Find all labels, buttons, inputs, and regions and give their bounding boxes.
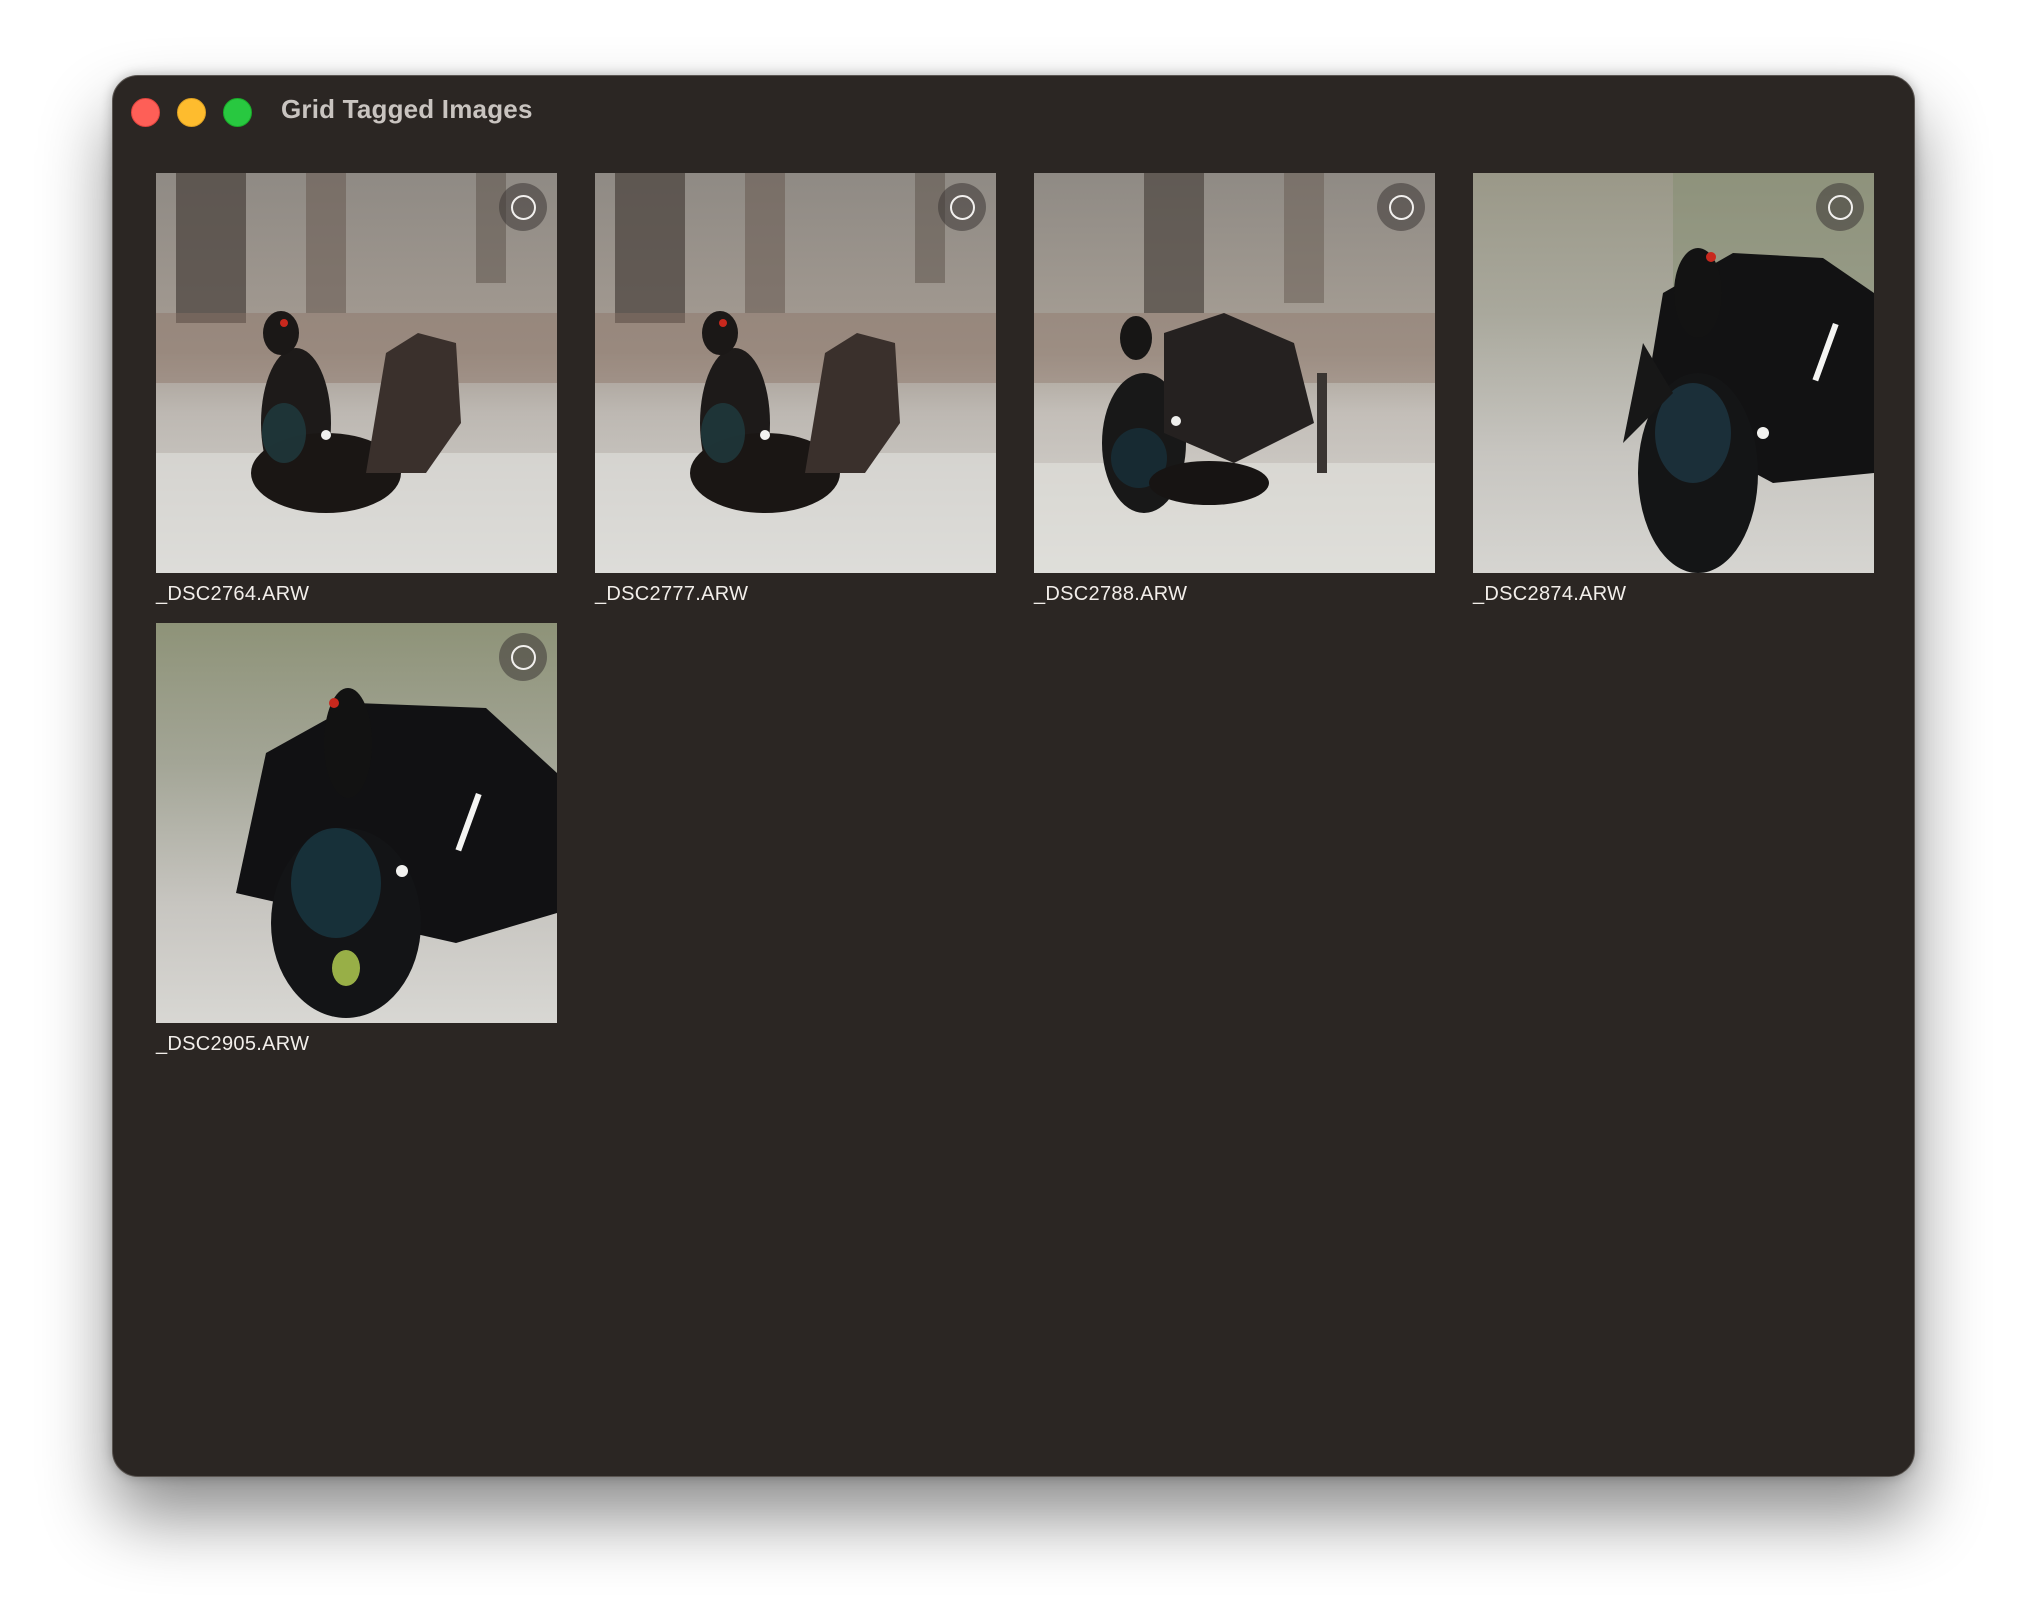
grid-item[interactable]: _DSC2764.ARW [156, 173, 557, 606]
image-filename: _DSC2777.ARW [595, 583, 749, 605]
grid-item[interactable]: _DSC2905.ARW [156, 623, 557, 1056]
image-filename: _DSC2788.ARW [1034, 583, 1188, 605]
title-bar[interactable]: Grid Tagged Images [113, 76, 1914, 142]
image-filename: _DSC2764.ARW [156, 583, 310, 605]
select-toggle-button[interactable] [499, 633, 547, 681]
circle-outline-icon [511, 645, 536, 670]
select-toggle-button[interactable] [1816, 183, 1864, 231]
minimize-window-button[interactable] [177, 98, 206, 127]
grid-item[interactable]: _DSC2874.ARW [1473, 173, 1874, 606]
close-window-button[interactable] [131, 98, 160, 127]
select-toggle-button[interactable] [938, 183, 986, 231]
image-thumbnail[interactable] [595, 173, 996, 573]
select-toggle-button[interactable] [1377, 183, 1425, 231]
app-window: Grid Tagged Images _DSC2764.ARW _DSC2777… [112, 75, 1915, 1477]
circle-outline-icon [511, 195, 536, 220]
image-thumbnail[interactable] [1034, 173, 1435, 573]
image-filename: _DSC2874.ARW [1473, 583, 1627, 605]
window-title: Grid Tagged Images [281, 94, 533, 124]
grid-item[interactable]: _DSC2777.ARW [595, 173, 996, 606]
image-thumbnail[interactable] [156, 173, 557, 573]
image-thumbnail[interactable] [156, 623, 557, 1023]
circle-outline-icon [1389, 195, 1414, 220]
zoom-window-button[interactable] [223, 98, 252, 127]
select-toggle-button[interactable] [499, 183, 547, 231]
circle-outline-icon [1828, 195, 1853, 220]
grid-item[interactable]: _DSC2788.ARW [1034, 173, 1435, 606]
circle-outline-icon [950, 195, 975, 220]
image-filename: _DSC2905.ARW [156, 1033, 310, 1055]
image-thumbnail[interactable] [1473, 173, 1874, 573]
